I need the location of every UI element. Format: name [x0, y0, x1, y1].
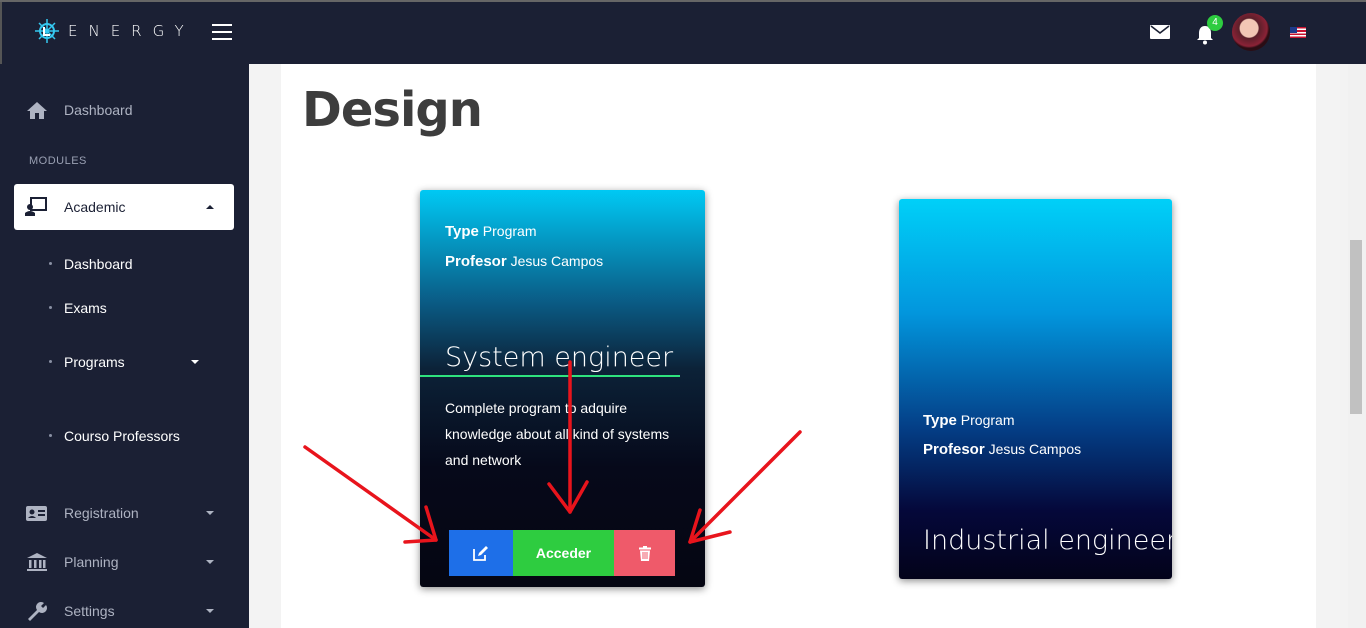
card-type-label: Type [923, 412, 957, 429]
card-professor-label: Profesor [445, 253, 507, 270]
course-card: Type Program Profesor Jesus Campos Syste… [420, 190, 705, 587]
sidebar: Dashboard MODULES Academic Dashboard Exa… [0, 64, 249, 628]
card-title: Industrial engineer [923, 525, 1172, 556]
sidebar-item-label: Registration [64, 505, 139, 521]
brand-name: ENERGY [68, 22, 195, 40]
sidebar-item-label: Academic [64, 199, 126, 215]
bank-icon [27, 553, 47, 571]
card-title: System engineer [445, 342, 674, 373]
card-professor-label: Profesor [923, 441, 985, 458]
chevron-up-icon [206, 205, 214, 209]
logo-icon [35, 19, 59, 43]
card-type: Type Program [445, 223, 536, 240]
sidebar-item-dashboard[interactable]: Dashboard [0, 90, 249, 130]
chevron-down-icon [206, 560, 214, 564]
home-icon [27, 102, 47, 119]
sidebar-item-academic[interactable]: Academic [14, 184, 234, 230]
card-actions: Acceder [449, 530, 675, 576]
page-title: Design [302, 82, 483, 138]
card-type-value: Program [482, 223, 537, 239]
menu-icon[interactable] [212, 24, 232, 40]
sidebar-item-planning[interactable]: Planning [0, 542, 249, 582]
card-professor: Profesor Jesus Campos [445, 253, 603, 270]
sidebar-item-registration[interactable]: Registration [0, 493, 249, 533]
chevron-down-icon [206, 609, 214, 613]
chevron-down-icon [191, 360, 199, 364]
card-professor: Profesor Jesus Campos [923, 441, 1081, 458]
sidebar-subitem-dashboard[interactable]: Dashboard [0, 252, 249, 276]
wrench-icon [28, 602, 47, 621]
top-navbar: ENERGY 4 [0, 2, 1366, 64]
scrollbar-thumb[interactable] [1350, 240, 1362, 414]
brand-logo[interactable]: ENERGY [32, 16, 195, 46]
notification-badge: 4 [1207, 15, 1223, 31]
card-professor-value: Jesus Campos [510, 253, 604, 269]
card-professor-value: Jesus Campos [988, 441, 1082, 457]
card-type-label: Type [445, 223, 479, 240]
flag-icon[interactable] [1290, 26, 1306, 38]
card-description: Complete program to adquire knowledge ab… [445, 400, 670, 468]
sidebar-item-label: Dashboard [64, 102, 133, 118]
modules-header: MODULES [29, 155, 87, 167]
sidebar-subitem-course-professors[interactable]: Courso Professors [0, 424, 249, 448]
sidebar-subitem-label: Dashboard [64, 256, 133, 272]
access-button[interactable]: Acceder [513, 530, 614, 576]
chevron-down-icon [206, 511, 214, 515]
card-type: Type Program [923, 412, 1014, 429]
sidebar-item-settings[interactable]: Settings [0, 591, 249, 628]
academic-icon [25, 197, 47, 216]
sidebar-item-label: Planning [64, 554, 119, 570]
sidebar-subitem-label: Programs [64, 354, 125, 370]
edit-icon [473, 545, 488, 561]
delete-button[interactable] [614, 530, 675, 576]
sidebar-subitem-label: Exams [64, 300, 107, 316]
edit-button[interactable] [449, 530, 513, 576]
avatar[interactable] [1232, 13, 1270, 51]
sidebar-subitem-exams[interactable]: Exams [0, 296, 249, 320]
course-card[interactable]: Type Program Profesor Jesus Campos Indus… [899, 199, 1172, 579]
id-card-icon [26, 506, 47, 521]
title-underline [420, 375, 680, 377]
sidebar-subitem-label: Courso Professors [64, 428, 180, 444]
mail-icon[interactable] [1150, 25, 1170, 39]
sidebar-item-label: Settings [64, 603, 115, 619]
trash-icon [638, 545, 651, 561]
card-type-value: Program [960, 412, 1015, 428]
sidebar-subitem-programs[interactable]: Programs [0, 350, 249, 374]
notifications-button[interactable]: 4 [1196, 15, 1223, 45]
